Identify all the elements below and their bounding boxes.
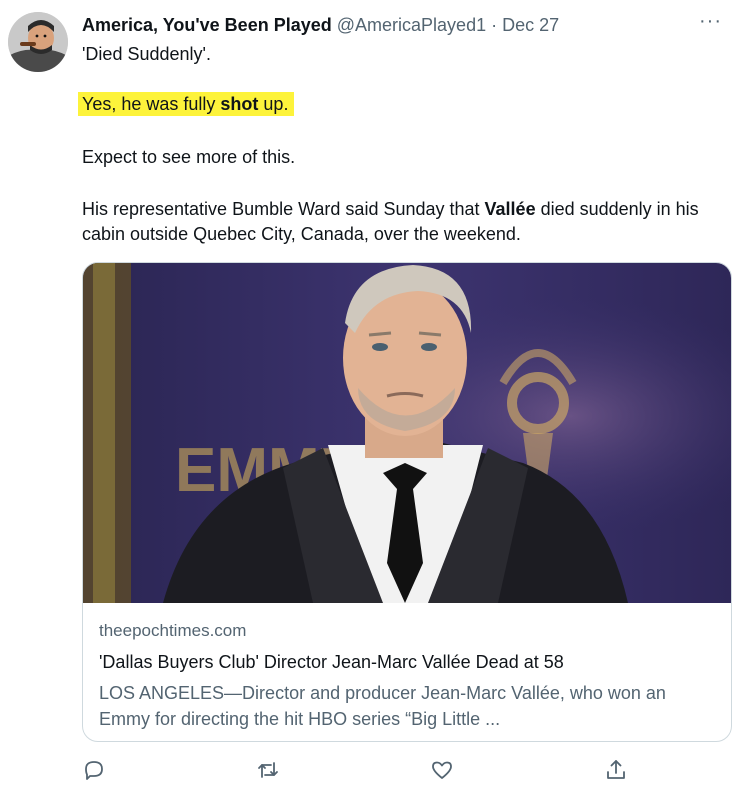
separator-dot: · [491,15,498,35]
highlighted-bold-text: shot [220,94,259,114]
tweet-text-line: 'Died Suddenly'. [82,44,211,64]
highlighted-text-end: up. [258,94,289,114]
avatar[interactable] [8,12,68,72]
card-info: theepochtimes.com 'Dallas Buyers Club' D… [83,604,731,741]
tweet-text-highlighted: Yes, he was fully shot up. [78,92,722,117]
heart-icon[interactable] [430,758,454,782]
display-name[interactable]: America, You've Been Played [82,15,332,35]
action-bar [82,758,642,786]
card-description: LOS ANGELES—Director and producer Jean-M… [99,683,666,729]
handle[interactable]: @AmericaPlayed1 [337,15,486,35]
highlighter-mark: Yes, he was fully shot up. [78,92,295,116]
card-image: EMMYS [83,263,731,603]
tweet-date[interactable]: Dec 27 [502,15,559,35]
link-card[interactable]: EMMYS theepochtimes.com 'Dallas Buyers C… [82,262,732,742]
more-options-icon[interactable]: ··· [699,10,722,33]
retweet-icon[interactable] [256,758,280,782]
share-icon[interactable] [604,758,628,782]
highlighted-text: Yes, he was fully [82,94,221,114]
tweet-header: America, You've Been Played @AmericaPlay… [82,13,696,37]
reply-icon[interactable] [82,758,106,782]
tweet-text-line: Expect to see more of this. [82,147,296,167]
tweet-text-paragraph: His representative Bumble Ward said Sund… [82,197,722,247]
tweet: America, You've Been Played @AmericaPlay… [0,0,736,800]
paragraph-bold-text: Vallée [484,199,536,219]
card-domain: theepochtimes.com [99,621,247,640]
paragraph-text: His representative Bumble Ward said Sund… [82,199,485,219]
card-title: 'Dallas Buyers Club' Director Jean-Marc … [99,652,564,672]
